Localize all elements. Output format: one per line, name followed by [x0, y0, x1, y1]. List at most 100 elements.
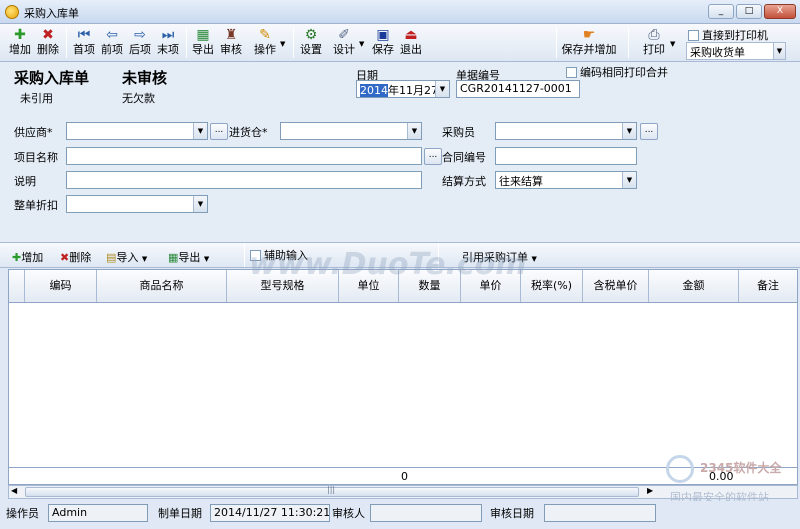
- print-button[interactable]: ⎙ 打印: [640, 26, 668, 60]
- delete-label: 删除: [37, 43, 59, 56]
- col-tax-rate[interactable]: 税率(%): [521, 270, 583, 302]
- doc-no-field[interactable]: CGR20141127-0001: [456, 80, 580, 98]
- col-product-name[interactable]: 商品名称: [97, 270, 227, 302]
- last-icon: ⏭: [161, 27, 175, 43]
- row-indicator-header: [9, 270, 25, 302]
- merge-print-label: 编码相同打印合并: [580, 66, 668, 79]
- save-add-label: 保存并增加: [561, 43, 617, 56]
- operate-button[interactable]: ✎ 操作: [250, 26, 280, 60]
- save-label: 保存: [372, 43, 394, 56]
- merge-print-checkbox[interactable]: 编码相同打印合并: [566, 64, 668, 80]
- exit-icon: ⏏: [404, 27, 418, 43]
- checkbox-box[interactable]: [688, 30, 699, 41]
- grid-add-label: 增加: [21, 251, 44, 264]
- direct-print-checkbox[interactable]: 直接到打印机: [688, 27, 768, 43]
- chevron-down-icon[interactable]: ▼: [435, 81, 449, 97]
- print-template-value: 采购收货单: [690, 46, 745, 59]
- scroll-left-icon[interactable]: ◀: [11, 486, 17, 495]
- add-button[interactable]: ✚ 增加: [6, 26, 34, 60]
- operate-dropdown-icon[interactable]: ▼: [280, 40, 285, 48]
- print-dropdown-icon[interactable]: ▼: [670, 40, 675, 48]
- chevron-down-icon[interactable]: ▼: [622, 123, 636, 139]
- contract-field[interactable]: [495, 147, 637, 165]
- col-code[interactable]: 编码: [25, 270, 97, 302]
- excel-icon: ▦: [168, 251, 179, 264]
- exit-label: 退出: [400, 43, 422, 56]
- supplier-select[interactable]: ▼: [66, 122, 208, 140]
- delete-button[interactable]: ✖ 删除: [34, 26, 62, 60]
- grid-body[interactable]: www.DuoTe.com: [8, 247, 798, 467]
- discount-label: 整单折扣: [14, 199, 58, 212]
- settle-label: 结算方式: [442, 175, 486, 188]
- supplier-browse-button[interactable]: ...: [210, 123, 228, 140]
- export-button[interactable]: ▦ 导出: [190, 26, 216, 60]
- first-label: 首项: [73, 43, 95, 56]
- next-button[interactable]: ⇨ 后项: [126, 26, 154, 60]
- prev-button[interactable]: ⇦ 前项: [98, 26, 126, 60]
- grid-export-button[interactable]: ▦导出 ▼: [168, 249, 209, 265]
- maximize-button[interactable]: □: [736, 4, 762, 19]
- warehouse-select[interactable]: ▼: [280, 122, 422, 140]
- checkbox-box[interactable]: [566, 67, 577, 78]
- chevron-down-icon[interactable]: ▼: [193, 123, 207, 139]
- col-remark[interactable]: 备注: [739, 270, 797, 302]
- save-button[interactable]: ▣ 保存: [370, 26, 396, 60]
- chevron-down-icon[interactable]: ▼: [622, 172, 636, 188]
- minimize-button[interactable]: _: [708, 4, 734, 19]
- main-toolbar: ✚ 增加 ✖ 删除 ⏮ 首项 ⇦ 前项 ⇨ 后项 ⏭ 末项 ▦ 导出 ♜ 审核 ✎ 操作 ▼ ⚙ 设…: [0, 24, 800, 62]
- chevron-down-icon[interactable]: ▼: [204, 255, 209, 263]
- close-button[interactable]: X: [764, 4, 796, 19]
- chevron-down-icon[interactable]: ▼: [532, 255, 537, 263]
- print-label: 打印: [643, 43, 665, 56]
- settle-select[interactable]: 往来结算 ▼: [495, 171, 637, 189]
- audit-button[interactable]: ♜ 审核: [218, 26, 244, 60]
- grid-add-button[interactable]: ✚增加: [12, 249, 43, 265]
- chevron-down-icon[interactable]: ▼: [193, 196, 207, 212]
- grid-delete-label: 删除: [69, 251, 92, 264]
- buyer-select[interactable]: ▼: [495, 122, 637, 140]
- design-button[interactable]: ✐ 设计: [330, 26, 358, 60]
- next-label: 后项: [129, 43, 151, 56]
- discount-select[interactable]: ▼: [66, 195, 208, 213]
- last-button[interactable]: ⏭ 末项: [154, 26, 182, 60]
- sum-quantity: 0: [401, 470, 408, 483]
- ref-status: 未引用: [20, 92, 53, 105]
- chevron-down-icon[interactable]: ▼: [142, 255, 147, 263]
- auditor-field: [370, 504, 482, 522]
- project-browse-button[interactable]: ...: [424, 148, 442, 165]
- col-amount[interactable]: 金额: [649, 270, 739, 302]
- chevron-down-icon[interactable]: ▼: [407, 123, 421, 139]
- col-tax-price[interactable]: 含税单价: [583, 270, 649, 302]
- doc-title: 采购入库单: [14, 69, 90, 87]
- stamp-icon: ♜: [224, 27, 238, 43]
- operate-label: 操作: [254, 43, 276, 56]
- date-field[interactable]: 2014年11月27E ▼: [356, 80, 450, 98]
- watermark-text: www.DuoTe.com: [249, 247, 527, 282]
- grid-import-button[interactable]: ▤导入 ▼: [106, 249, 147, 265]
- excel-icon: ▦: [196, 27, 210, 43]
- chevron-down-icon[interactable]: ▼: [773, 43, 785, 59]
- settings-button[interactable]: ⚙ 设置: [297, 26, 325, 60]
- exit-button[interactable]: ⏏ 退出: [398, 26, 424, 60]
- app-icon: [5, 5, 19, 19]
- grid-delete-button[interactable]: ✖删除: [60, 249, 91, 265]
- x-icon: ✖: [42, 27, 54, 43]
- project-field[interactable]: [66, 147, 422, 165]
- audit-date-field: [544, 504, 656, 522]
- grid-export-label: 导出: [178, 251, 201, 264]
- operator-label: 操作员: [6, 507, 39, 520]
- scroll-right-icon[interactable]: ▶: [647, 486, 653, 495]
- form-area: 采购入库单 未审核 未引用 无欠款 日期 2014年11月27E ▼ 单据编号 C…: [0, 62, 800, 242]
- save-add-button[interactable]: ☛ 保存并增加: [560, 26, 618, 60]
- paperclip-icon: ✐: [338, 27, 350, 43]
- print-template-select[interactable]: 采购收货单 ▼: [686, 42, 786, 60]
- design-dropdown-icon[interactable]: ▼: [359, 40, 364, 48]
- settle-value: 往来结算: [499, 175, 543, 188]
- note-field[interactable]: [66, 171, 422, 189]
- design-label: 设计: [333, 43, 355, 56]
- audit-date-label: 审核日期: [490, 507, 534, 520]
- first-button[interactable]: ⏮ 首项: [70, 26, 98, 60]
- buyer-browse-button[interactable]: ...: [640, 123, 658, 140]
- window-title: 采购入库单: [24, 7, 79, 20]
- created-field: 2014/11/27 11:30:21: [210, 504, 330, 522]
